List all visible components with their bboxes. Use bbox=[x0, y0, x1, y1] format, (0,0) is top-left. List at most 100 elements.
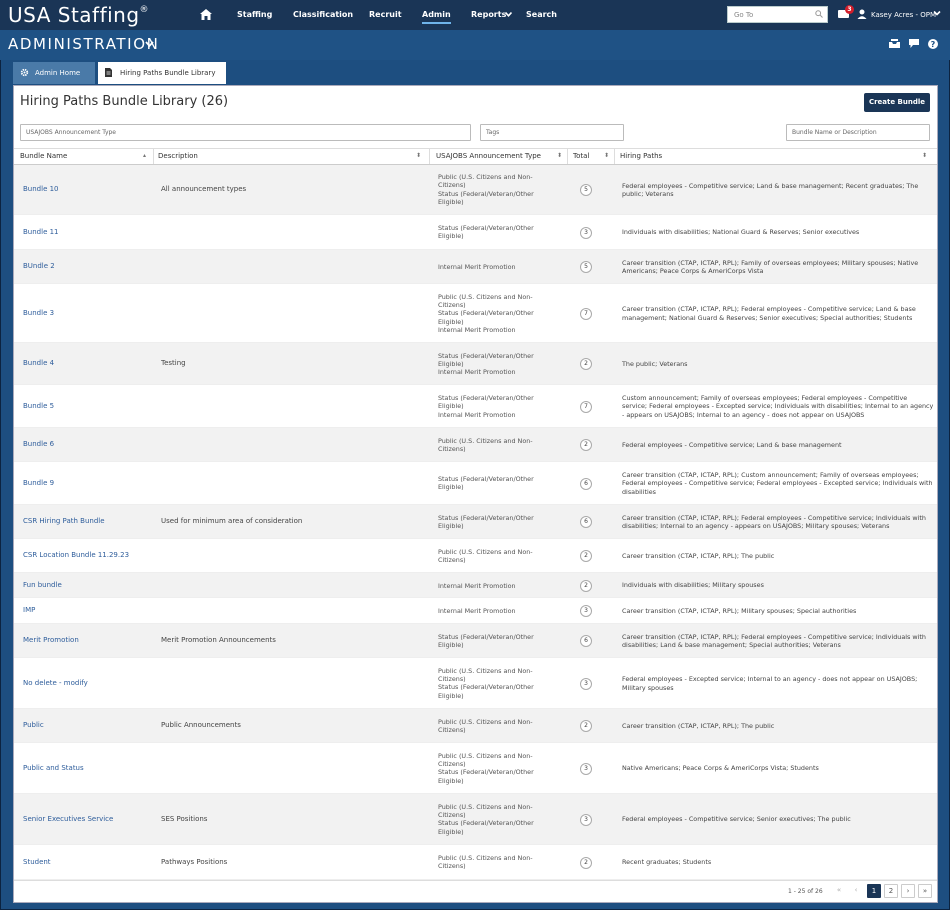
bundle-name-link[interactable]: Bundle 11 bbox=[23, 228, 59, 236]
inbox-icon[interactable] bbox=[889, 39, 900, 48]
total-badge: 2 bbox=[580, 358, 592, 370]
announcement-type-cell: Internal Merit Promotion bbox=[438, 582, 556, 590]
tab-hiring-paths-bundle-library[interactable]: Hiring Paths Bundle Library bbox=[98, 62, 226, 84]
announcement-type: Status (Federal/Veteran/Other Eligible) bbox=[438, 819, 534, 836]
column-announcement-type[interactable]: USAJOBS Announcement Type bbox=[436, 152, 541, 160]
table-row[interactable]: Public Public Announcements Public (U.S. C… bbox=[14, 709, 937, 743]
table-row[interactable]: Bundle 10 All announcement types Public (U… bbox=[14, 165, 937, 215]
nav-staffing[interactable]: Staffing bbox=[237, 10, 272, 19]
sort-asc-icon[interactable]: ▴ bbox=[143, 152, 146, 159]
table-row[interactable]: Fun bundle Internal Merit Promotion 2 Indiv… bbox=[14, 573, 937, 598]
page-1-button[interactable]: 1 bbox=[867, 884, 881, 898]
admin-title[interactable]: ADMINISTRATION bbox=[8, 35, 159, 53]
table-row[interactable]: IMP Internal Merit Promotion 3 Career trans… bbox=[14, 598, 937, 624]
column-description[interactable]: Description bbox=[158, 152, 198, 160]
bundle-description: SES Positions bbox=[161, 814, 208, 823]
announcement-type-cell: Public (U.S. Citizens and Non-Citizens) S… bbox=[438, 293, 556, 335]
announcement-type: Status (Federal/Veteran/Other Eligible) bbox=[438, 394, 534, 411]
last-page-button[interactable]: » bbox=[918, 884, 932, 898]
table-row[interactable]: Bundle 3 Public (U.S. Citizens and Non-Ci… bbox=[14, 284, 937, 343]
nav-admin[interactable]: Admin bbox=[422, 10, 451, 24]
sort-icon[interactable]: ⬍ bbox=[557, 152, 562, 159]
hiring-paths: Federal employees - Competitive service;… bbox=[622, 440, 842, 449]
chevron-down-icon[interactable] bbox=[145, 41, 154, 47]
create-bundle-button[interactable]: Create Bundle bbox=[864, 93, 930, 112]
nav-recruit[interactable]: Recruit bbox=[369, 10, 402, 19]
usa-staffing-logo[interactable]: USA Staffing® bbox=[8, 3, 149, 27]
table-row[interactable]: No delete - modify Public (U.S. Citizens … bbox=[14, 658, 937, 709]
bundle-name-link[interactable]: IMP bbox=[23, 606, 35, 614]
announcement-type-filter[interactable]: USAJOBS Announcement Type bbox=[20, 124, 471, 141]
table-row[interactable]: Student Pathways Positions Public (U.S. Ci… bbox=[14, 845, 937, 880]
total-badge: 2 bbox=[580, 856, 592, 869]
bundle-name-link[interactable]: Bundle 9 bbox=[23, 479, 54, 487]
bundle-name-link[interactable]: Bundle 4 bbox=[23, 359, 54, 367]
bundle-name-link[interactable]: No delete - modify bbox=[23, 679, 88, 687]
table-row[interactable]: Bundle 5 Status (Federal/Veteran/Other El… bbox=[14, 385, 937, 428]
nav-search[interactable]: Search bbox=[526, 10, 557, 19]
bundle-name-link[interactable]: Bundle 10 bbox=[23, 185, 59, 193]
bundle-name-link[interactable]: CSR Location Bundle 11.29.23 bbox=[23, 551, 129, 559]
announcement-type-cell: Public (U.S. Citizens and Non-Citizens) S… bbox=[438, 667, 556, 701]
column-divider bbox=[153, 149, 154, 164]
sort-icon[interactable]: ⬍ bbox=[922, 152, 927, 159]
gear-icon bbox=[20, 68, 29, 77]
bundle-name-search[interactable]: Bundle Name or Description bbox=[786, 124, 930, 141]
sort-icon[interactable]: ⬍ bbox=[604, 152, 609, 159]
bundle-name-link[interactable]: Merit Promotion bbox=[23, 636, 79, 644]
page-2-button[interactable]: 2 bbox=[884, 884, 898, 898]
announcement-type: Public (U.S. Citizens and Non-Citizens) bbox=[438, 854, 533, 871]
tags-filter[interactable]: Tags bbox=[480, 124, 624, 141]
chat-icon[interactable] bbox=[909, 39, 919, 48]
table-row[interactable]: Bundle 11 Status (Federal/Veteran/Other E… bbox=[14, 215, 937, 250]
help-icon[interactable]: ? bbox=[928, 39, 938, 49]
total-badge: 2 bbox=[580, 720, 592, 732]
first-page-button[interactable]: « bbox=[832, 884, 846, 898]
bundle-name-link[interactable]: Bundle 3 bbox=[23, 309, 54, 317]
table-row[interactable]: BUndle 2 Internal Merit Promotion 5 Career … bbox=[14, 250, 937, 284]
table-row[interactable]: Merit Promotion Merit Promotion Announcem… bbox=[14, 624, 937, 658]
table-row[interactable]: Public and Status Public (U.S. Citizens a… bbox=[14, 743, 937, 794]
nav-classification[interactable]: Classification bbox=[293, 10, 353, 19]
user-icon[interactable] bbox=[857, 9, 867, 19]
column-hiring-paths[interactable]: Hiring Paths bbox=[620, 152, 662, 160]
hiring-paths: Career transition (CTAP, ICTAP, RPL); Fe… bbox=[622, 305, 916, 322]
table-row[interactable]: Bundle 6 Public (U.S. Citizens and Non-Ci… bbox=[14, 428, 937, 462]
nav-reports[interactable]: Reports bbox=[471, 10, 506, 19]
table-row[interactable]: Bundle 4 Testing Status (Federal/Veteran/O… bbox=[14, 343, 937, 385]
bundle-name-link[interactable]: Student bbox=[23, 858, 51, 866]
tab-admin-home[interactable]: Admin Home bbox=[13, 62, 95, 84]
announcement-type: Public (U.S. Citizens and Non-Citizens) bbox=[438, 717, 533, 734]
bundle-name-link[interactable]: CSR Hiring Path Bundle bbox=[23, 517, 105, 525]
table-row[interactable]: CSR Location Bundle 11.29.23 Public (U.S.… bbox=[14, 539, 937, 573]
hiring-paths: Federal employees - Competitive service;… bbox=[622, 815, 851, 823]
total-badge: 7 bbox=[580, 400, 592, 413]
bundle-name-link[interactable]: Public and Status bbox=[23, 764, 84, 772]
announcement-type: Public (U.S. Citizens and Non-Citizens) bbox=[438, 802, 533, 819]
table-row[interactable]: CSR Hiring Path Bundle Used for minimum a… bbox=[14, 505, 937, 539]
next-page-button[interactable]: › bbox=[901, 884, 915, 898]
bundle-name-link[interactable]: Bundle 6 bbox=[23, 440, 54, 448]
goto-input[interactable]: Go To bbox=[727, 6, 828, 23]
user-name[interactable]: Kasey Acres - OPM bbox=[871, 11, 936, 19]
bundle-name-link[interactable]: Senior Executives Service bbox=[23, 815, 113, 823]
announcement-type: Internal Merit Promotion bbox=[438, 263, 516, 271]
total-badge: 3 bbox=[580, 226, 592, 239]
table-row[interactable]: Bundle 9 Status (Federal/Veteran/Other El… bbox=[14, 462, 937, 505]
column-bundle-name[interactable]: Bundle Name bbox=[20, 152, 67, 160]
hiring-paths: Federal employees - Excepted service; In… bbox=[622, 675, 918, 692]
table-row[interactable]: Senior Executives Service SES Positions Pu… bbox=[14, 794, 937, 845]
bundle-name-link[interactable]: Public bbox=[23, 721, 44, 729]
tab-label: Admin Home bbox=[35, 69, 81, 77]
column-total[interactable]: Total bbox=[573, 152, 589, 160]
home-icon[interactable] bbox=[200, 9, 212, 20]
sort-icon[interactable]: ⬍ bbox=[416, 152, 421, 159]
bundle-name-link[interactable]: BUndle 2 bbox=[23, 262, 55, 270]
total-badge: 2 bbox=[580, 550, 592, 562]
filter-placeholder: Tags bbox=[486, 129, 500, 136]
bundle-name-link[interactable]: Fun bundle bbox=[23, 581, 62, 589]
bundle-name-link[interactable]: Bundle 5 bbox=[23, 402, 54, 410]
chevron-down-icon[interactable] bbox=[933, 9, 941, 17]
prev-page-button[interactable]: ‹ bbox=[849, 884, 863, 898]
goto-placeholder: Go To bbox=[734, 11, 754, 19]
